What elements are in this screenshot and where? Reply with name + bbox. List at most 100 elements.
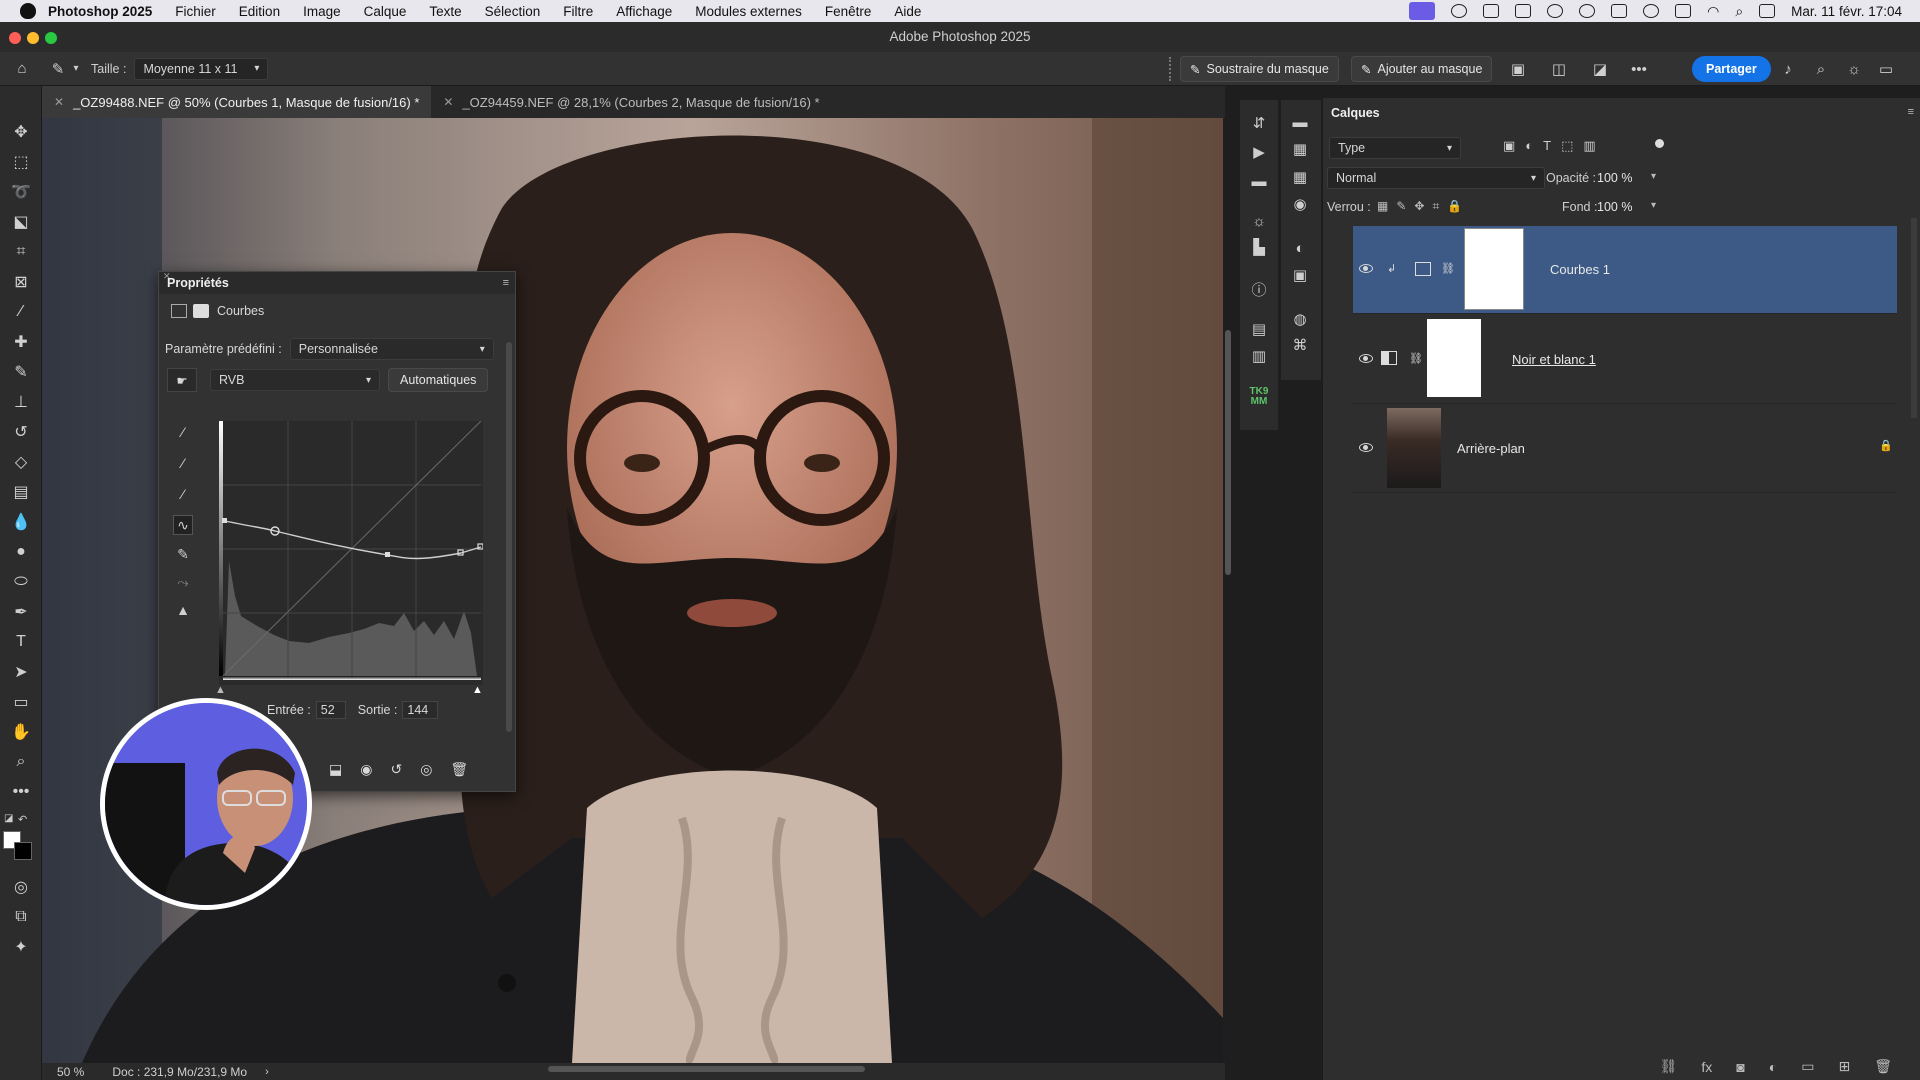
brightness-icon[interactable]: ☼ [1248,210,1270,232]
menu-calque[interactable]: Calque [364,4,407,19]
channels-icon[interactable]: ◍ [1289,308,1311,330]
panel-menu-icon[interactable]: ≡ [503,277,509,289]
histogram-icon[interactable]: ▙ [1248,236,1270,258]
healing-brush-tool-icon[interactable]: ✚ [9,330,33,354]
new-group-icon[interactable]: ▭ [1801,1058,1814,1075]
reset-icon[interactable]: ↺ [390,761,402,778]
curve-points-icon[interactable]: ∿ [173,515,193,535]
brush-tool-icon[interactable]: ✎ [9,360,33,384]
lock-position-icon[interactable]: ✥ [1414,199,1424,214]
eraser-tool-icon[interactable]: ◇ [9,450,33,474]
close-window-button[interactable] [9,32,21,44]
subtract-mask-button[interactable]: ✎ Soustraire du masque [1180,56,1339,82]
info-icon[interactable]: ⓘ [1248,278,1270,300]
preset-select[interactable]: Personnalisée ▾ [289,338,494,360]
generative-tool-icon[interactable]: ✦ [9,935,33,959]
menu-texte[interactable]: Texte [429,4,461,19]
mask-refine-icon[interactable]: ▣ [1507,58,1529,80]
layer-mask-thumbnail[interactable] [1464,228,1524,310]
dodge-tool-icon[interactable]: ● [9,540,33,564]
blend-mode-select[interactable]: Normal ▾ [1327,167,1545,189]
more-tools-icon[interactable]: ••• [9,780,33,804]
output-field[interactable]: 144 [402,701,439,719]
chevron-down-icon[interactable]: ▾ [1651,171,1656,182]
path-select-tool-icon[interactable]: ➤ [9,660,33,684]
quick-mask-icon[interactable]: ◎ [9,875,33,899]
trash-icon[interactable]: 🗑 [450,761,468,778]
clone-stamp-tool-icon[interactable]: ⊥ [9,390,33,414]
lock-pixels-icon[interactable]: ✎ [1396,199,1406,214]
zoom-level[interactable]: 50 % [57,1065,84,1079]
eye-icon[interactable] [1359,264,1373,273]
default-colors-icon[interactable]: ◪ [4,813,13,824]
mask-icon[interactable] [193,304,209,318]
layer-thumbnail[interactable] [1387,408,1441,488]
close-icon[interactable]: ✕ [443,95,453,109]
cloud-icon[interactable] [1579,4,1596,18]
eyedropper-tool-icon[interactable]: ⁄ [9,300,33,324]
move-tool-icon[interactable]: ✥ [9,120,33,144]
search-icon[interactable]: ⌕ [1810,58,1832,80]
pencil-draw-icon[interactable]: ✎ [173,544,193,564]
gradient-tool-icon[interactable]: ▤ [9,480,33,504]
menu-fichier[interactable]: Fichier [175,4,216,19]
new-layer-icon[interactable]: ⊞ [1838,1058,1850,1075]
properties-scrollbar[interactable] [506,342,512,732]
menu-extra-icon[interactable] [1547,4,1564,18]
swap-colors-icon[interactable]: ↶ [18,813,27,826]
brush-preset-icon[interactable]: ✎ [47,58,69,80]
adjustments-icon[interactable]: ◐ [1289,237,1311,259]
libraries-icon[interactable]: ⇵ [1248,112,1270,134]
eyedropper-white-icon[interactable]: ⁄ [173,484,193,504]
close-panel-icon[interactable]: ✕ [163,271,171,282]
filter-smart-object-icon[interactable]: ▥ [1583,138,1595,154]
bell-icon[interactable]: ♪ [1777,58,1799,80]
wifi-icon[interactable]: ◠ [1707,3,1719,20]
black-point-slider[interactable]: ▲ [215,684,226,696]
eyedropper-gray-icon[interactable]: ⁄ [173,453,193,473]
add-mask-icon[interactable]: ◙ [1736,1059,1744,1075]
3d-icon[interactable]: ◉ [1289,193,1311,215]
background-color-swatch[interactable] [14,842,32,860]
mask-invert-icon[interactable]: ◫ [1548,58,1570,80]
canvas-horizontal-scrollbar[interactable] [548,1066,865,1072]
spotlight-icon[interactable]: ⌕ [1735,3,1743,20]
filter-toggle[interactable] [1655,139,1664,148]
layer-filter-select[interactable]: Type ▾ [1329,137,1461,159]
opacity-value[interactable]: 100 % [1597,171,1632,185]
fill-value[interactable]: 100 % [1597,200,1632,214]
clip-to-layer-icon[interactable]: ⬓ [329,761,342,778]
history-brush-tool-icon[interactable]: ↺ [9,420,33,444]
new-adjustment-icon[interactable]: ◐ [1769,1059,1777,1075]
discover-icon[interactable]: ☼ [1843,58,1865,80]
properties-icon[interactable]: ▣ [1289,264,1311,286]
menu-image[interactable]: Image [303,4,341,19]
lock-artboard-icon[interactable]: ⌗ [1432,199,1439,214]
curves-icon[interactable] [171,304,187,318]
layer-row-courbes-1[interactable]: ↲ ⛓ Courbes 1 [1353,226,1897,314]
panel-menu-icon[interactable]: ≡ [1908,106,1914,118]
apple-menu-icon[interactable] [20,3,36,19]
layer-name[interactable]: Noir et blanc 1 [1512,352,1596,367]
fx-icon[interactable]: fx [1701,1059,1712,1075]
filter-shape-icon[interactable]: ⬚ [1561,138,1573,154]
drag-handle[interactable] [1169,57,1173,81]
tab-document-2[interactable]: ✕ _OZ94459.NEF @ 28,1% (Courbes 2, Masqu… [431,86,831,118]
crop-tool-icon[interactable]: ⌗ [9,240,33,264]
premiere-icon[interactable] [1611,4,1628,18]
layer-row-noir-et-blanc-1[interactable]: ⛓ Noir et blanc 1 [1353,316,1897,404]
screen-share-icon[interactable] [1409,2,1436,20]
sponge-tool-icon[interactable]: ⬭ [9,570,33,594]
smooth-curve-icon[interactable]: ⤳ [173,572,193,592]
link-layers-icon[interactable]: ⛓ [1660,1058,1678,1075]
layers-title[interactable]: Calques [1331,106,1380,120]
filter-adjustment-icon[interactable]: ◐ [1525,138,1533,154]
menu-filtre[interactable]: Filtre [563,4,593,19]
workspace-icon[interactable]: ▭ [1875,58,1897,80]
close-icon[interactable]: ✕ [54,95,64,109]
menu-fenetre[interactable]: Fenêtre [825,4,872,19]
layer-name[interactable]: Arrière-plan [1457,441,1525,456]
more-options-icon[interactable]: ••• [1628,58,1650,80]
hand-tool-icon[interactable]: ✋ [9,720,33,744]
zoom-tool-icon[interactable]: ⌕ [9,750,33,774]
